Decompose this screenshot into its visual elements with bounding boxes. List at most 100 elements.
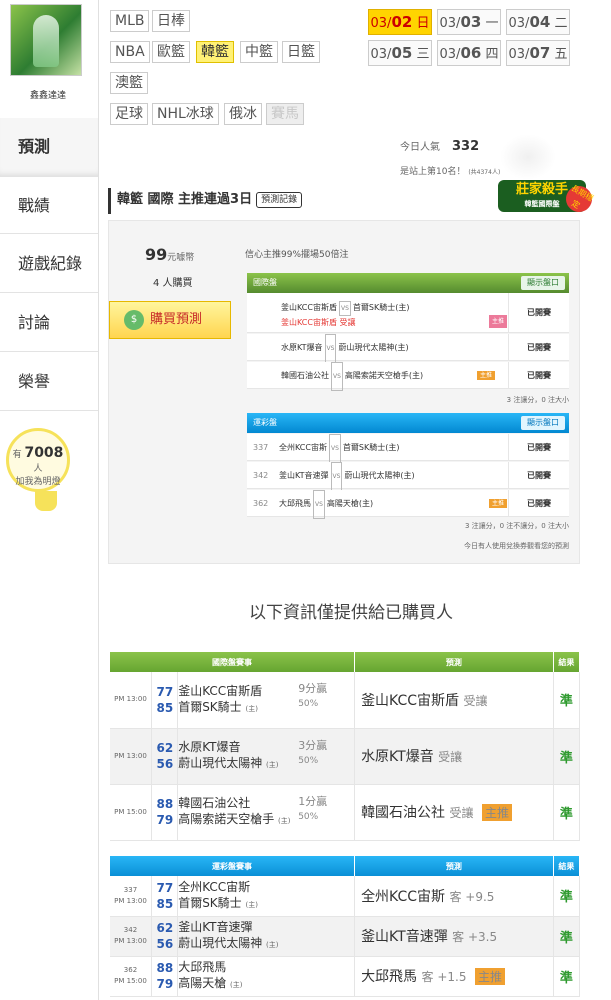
team-away: 蔚山現代太陽神(主) [344, 471, 415, 480]
fans-count: 7008 [24, 445, 64, 461]
divider [98, 0, 99, 1000]
sport-nhl[interactable]: NHL冰球 [152, 103, 219, 125]
table-row: 362 PM 15:00 88 79 大邱飛馬 高陽天槍 (主) 大邱飛馬 客 +1.… [110, 956, 581, 997]
record-button[interactable]: 預測記錄 [256, 191, 303, 208]
date-weekday: 三 [416, 47, 430, 62]
lottery-row: 337 全州KCC宙斯 VS 首爾SK騎士(主) 已開賽 [247, 434, 569, 463]
team-home: 水原KT爆音 [178, 740, 241, 754]
table-row: 342 PM 13:00 62 56 釜山KT音速彈 蔚山現代太陽神 (主) 釜山KT… [110, 916, 581, 957]
date-0302[interactable]: 03/02 日 [368, 9, 432, 35]
result-margin: 3分贏 50% [298, 739, 327, 768]
lottery-show-odds-button[interactable]: 顯示盤口 [521, 416, 565, 430]
result: 準 [553, 784, 581, 841]
sport-cn-basketball[interactable]: 中籃 [240, 41, 278, 63]
intl-results-table: 國際盤賽事 預測 結果 PM 13:00 77 85 釜山KCC宙斯盾 首爾SK騎士… [110, 652, 581, 841]
lottery-row-match: 337 全州KCC宙斯 VS 首爾SK騎士(主) [247, 434, 509, 463]
date-0303[interactable]: 03/03 一 [437, 9, 501, 35]
game-time: PM 15:00 [110, 784, 152, 841]
pick-note: 受讓 [449, 806, 474, 820]
team-home: 全州KCC宙斯 [178, 879, 251, 894]
status: 已開賽 [527, 443, 551, 452]
score-away: 56 [156, 757, 174, 771]
result: 準 [553, 672, 581, 729]
decorative-blot [500, 134, 556, 180]
date-md: 03/ [439, 47, 461, 62]
team-home: 大邱飛馬 [178, 960, 227, 974]
pick: 大邱飛馬 客 +1.5 主推 [354, 956, 554, 997]
home-mark: (主) [266, 941, 279, 949]
status: 已開賽 [527, 471, 551, 480]
team-away: 蔚山現代太陽神 [178, 756, 263, 770]
main-pick-tag: 主推 [477, 371, 496, 380]
confidence-text: 信心主推99%擺場50倍注 [245, 250, 349, 260]
table-header: 國際盤賽事 預測 結果 [110, 652, 581, 672]
margin: 1分贏 [298, 794, 328, 808]
sport-au-basketball[interactable]: 澳籃 [110, 72, 148, 94]
game-time: 362 PM 15:00 [110, 956, 152, 997]
tab-discussion[interactable]: 討論 [0, 294, 98, 352]
sport-eu-basketball[interactable]: 歐籃 [152, 41, 190, 63]
date-weekday: 四 [485, 47, 499, 62]
buy-prediction-button[interactable]: $ 購買預測 [109, 301, 231, 339]
time: PM 13:00 [114, 937, 147, 945]
date-day: 04 [529, 13, 551, 31]
team-away: 高陽天槍(主) [326, 499, 374, 508]
game-time: PM 13:00 [110, 728, 152, 785]
intl-row: 釜山KCC宙斯盾 VS 首爾SK騎士(主) 釜山KCC宙斯盾 受讓 主推 已開賽 [247, 293, 569, 333]
home-mark: (主) [278, 817, 291, 825]
score-home: 62 [156, 741, 174, 755]
main-pick-tag: 主推 [481, 804, 512, 821]
sport-ru-hockey[interactable]: 俄冰 [224, 103, 262, 125]
fans-bulb[interactable]: 有 7008 人 加我為明燈 [6, 428, 70, 511]
percent: 50% [298, 699, 319, 709]
game-number: 342 [253, 471, 269, 480]
popularity-label: 今日人氣 [400, 142, 440, 153]
status: 已開賽 [527, 499, 551, 508]
date-0305[interactable]: 03/05 三 [368, 40, 432, 66]
team-away: 高陽索諾天空槍手(主) [344, 371, 424, 380]
col-result: 結果 [553, 652, 581, 672]
date-0304[interactable]: 03/04 二 [506, 9, 570, 35]
game-number: 342 [123, 926, 138, 934]
vs-icon: VS [313, 490, 325, 519]
sport-jp-baseball[interactable]: 日棒 [152, 10, 190, 32]
buyer-count: 4 人購買 [153, 278, 193, 289]
team-away: 蔚山現代太陽神 [178, 936, 263, 950]
team-away: 高陽天槍 [178, 976, 227, 990]
home-mark: (主) [266, 761, 279, 769]
date-0307[interactable]: 03/07 五 [506, 40, 570, 66]
teams: 全州KCC宙斯 首爾SK騎士 (主) [177, 876, 356, 917]
fans-cta: 加我為明燈 [15, 477, 61, 487]
avatar[interactable] [10, 4, 82, 76]
team-home: 大邱飛馬 [279, 499, 311, 508]
username: 鑫鑫達達 [29, 91, 66, 101]
team-home: 釜山KT音速彈 [279, 471, 329, 480]
date-0306[interactable]: 03/06 四 [437, 40, 501, 66]
lottery-header: 運彩盤 顯示盤口 [247, 413, 569, 433]
sport-jp-basketball[interactable]: 日籃 [282, 41, 320, 63]
vs-icon: VS [324, 334, 337, 363]
sport-mlb[interactable]: MLB [110, 10, 150, 32]
team-home: 釜山KCC宙斯盾 [178, 683, 263, 698]
team-home: 釜山KCC宙斯盾 [281, 303, 337, 312]
sport-nba[interactable]: NBA [110, 41, 150, 63]
rank-text: 是站上第10名！ [400, 167, 466, 177]
tab-honor[interactable]: 榮譽 [0, 353, 98, 411]
col-pick: 預測 [354, 652, 554, 672]
teams: 水原KT爆音蔚山現代太陽神 (主) 3分贏 50% [177, 728, 356, 785]
team-away: 高陽索諾天空槍手 [178, 812, 275, 826]
pick: 釜山KT音速彈 客 +3.5 [354, 916, 554, 957]
teams: 釜山KT音速彈 蔚山現代太陽神 (主) [177, 916, 356, 957]
buyers-only-title: 以下資訊僅提供給已購買人 [249, 603, 453, 623]
result-margin: 1分贏 50% [298, 795, 327, 824]
team-home: 全州KCC宙斯 [279, 443, 327, 452]
sport-kr-basketball[interactable]: 韓籃 [196, 41, 234, 63]
score-home: 77 [156, 880, 174, 895]
tab-prediction[interactable]: 預測 [0, 118, 98, 176]
tab-record[interactable]: 戰績 [0, 176, 98, 234]
tab-game-log[interactable]: 遊戲紀錄 [0, 235, 98, 293]
date-day: 07 [529, 44, 551, 62]
sport-soccer[interactable]: 足球 [110, 103, 148, 125]
score-home: 88 [156, 797, 174, 811]
intl-show-odds-button[interactable]: 顯示盤口 [521, 276, 565, 290]
